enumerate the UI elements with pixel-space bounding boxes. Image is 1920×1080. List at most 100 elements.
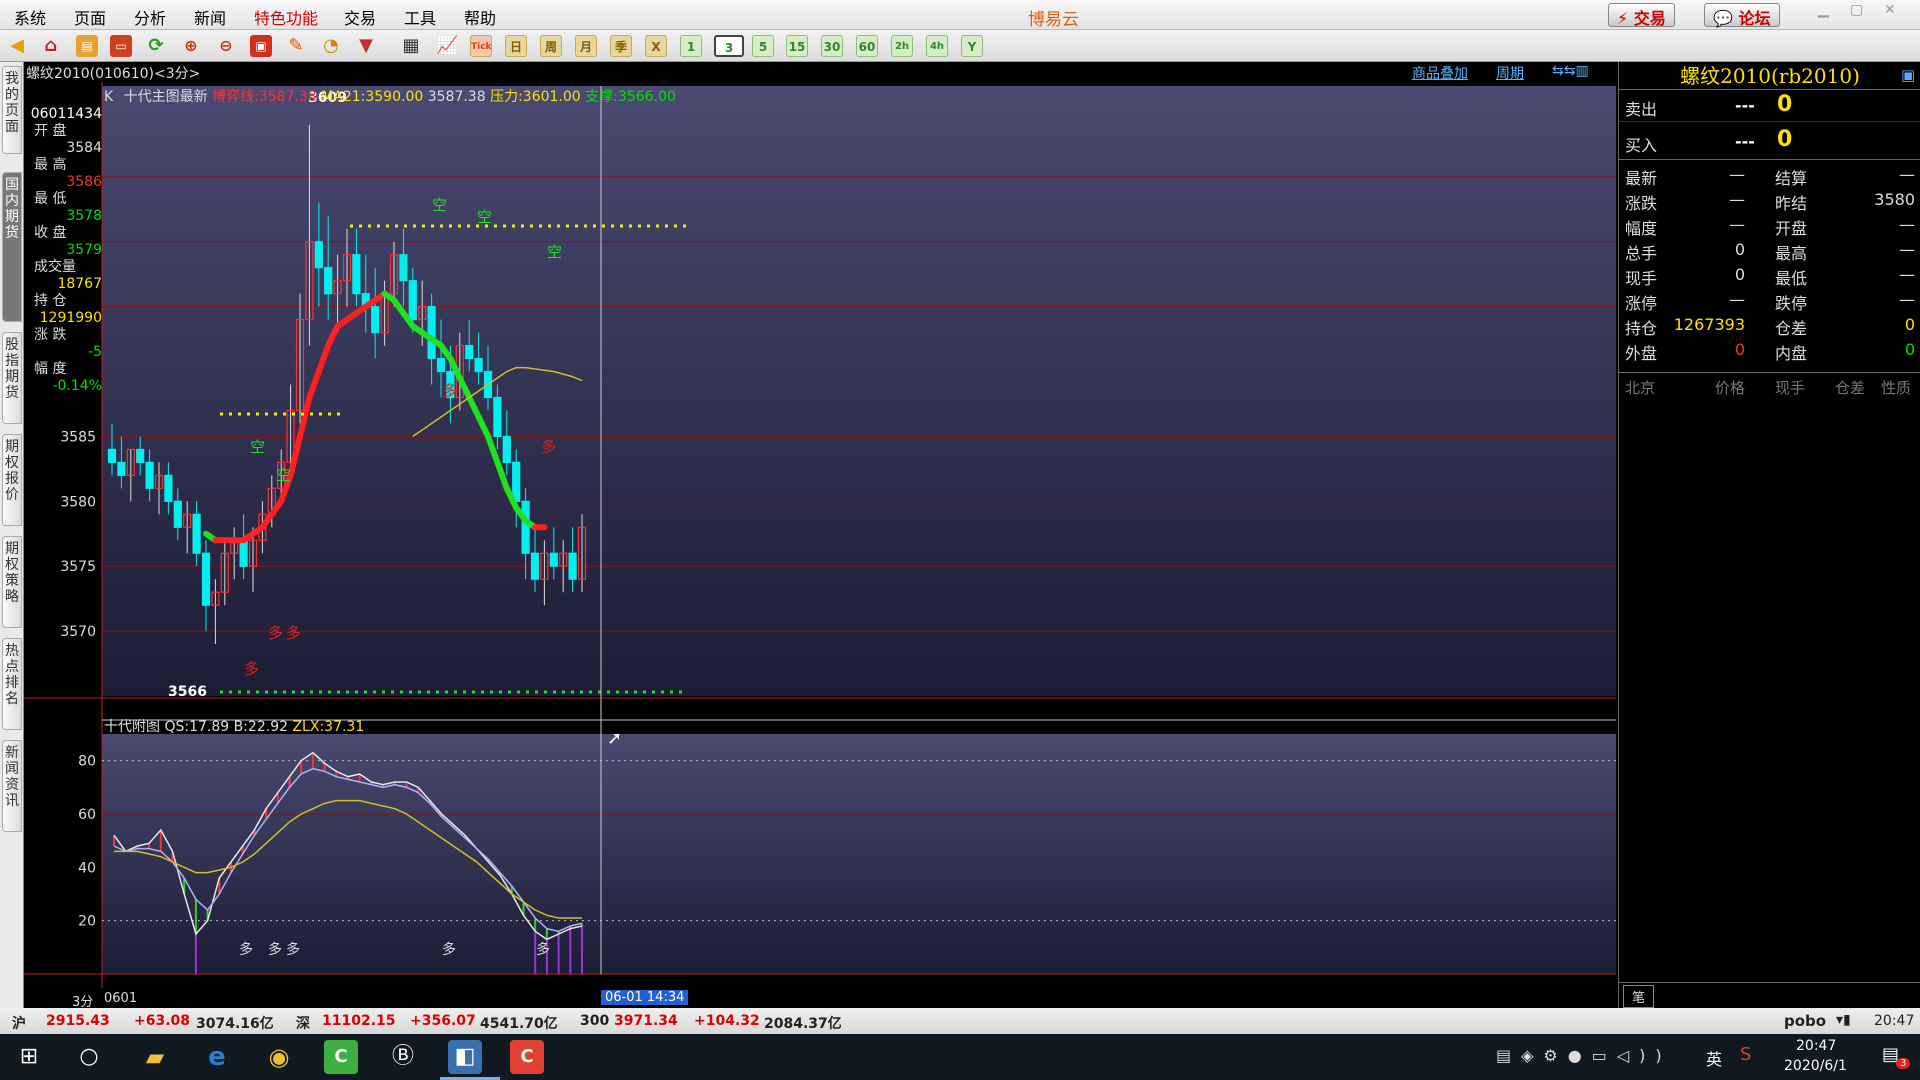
period-month-button[interactable]: 月 [575, 35, 597, 57]
file-explorer-icon[interactable]: ▰ [138, 1040, 172, 1074]
draw-tool-icon[interactable]: ◔ [320, 35, 342, 57]
signal-kong-3: 空 [547, 243, 562, 261]
period-30m-button[interactable]: 30 [821, 35, 843, 57]
back-arrow-icon[interactable]: ◀ [6, 35, 28, 57]
candle-body [512, 461, 521, 502]
menu-help[interactable]: 帮助 [464, 5, 496, 29]
panel-layout-icon[interactable]: ▣ [1901, 66, 1915, 84]
sell-row[interactable]: 卖出 --- 0 [1619, 90, 1920, 122]
refresh-icon[interactable]: ⟳ [145, 35, 167, 57]
table-icon[interactable]: ▦ [400, 35, 422, 57]
search-icon[interactable]: ○ [72, 1040, 106, 1074]
period-year-button[interactable]: Y [961, 35, 983, 57]
quote-row: 涨跌 — 昨结 3580 [1619, 187, 1920, 213]
zoom-in-icon[interactable]: ⊕ [180, 35, 202, 57]
sub-indicator-name[interactable]: 十代附图 [104, 719, 160, 735]
period-4h-button[interactable]: 4h [926, 35, 948, 57]
period-tick-button[interactable]: Tick [470, 35, 492, 57]
app-window-icon[interactable]: ◧ [448, 1040, 482, 1074]
menu-trade[interactable]: 交易 [344, 5, 376, 29]
period-day-button[interactable]: 日 [505, 35, 527, 57]
pencil-icon[interactable]: ✎ [285, 35, 307, 57]
minimize-button[interactable]: ▁ [1818, 2, 1829, 18]
main-indicator-name[interactable]: 十代主图最新 [124, 89, 208, 105]
quote-label: 结算 [1775, 169, 1808, 188]
y-tick-label: 3575 [60, 559, 96, 575]
tab-option-quotes[interactable]: 期权报价 [2, 434, 22, 526]
period-custom-button[interactable]: X [645, 35, 667, 57]
quote-label: 幅度 [1625, 219, 1658, 238]
lightning-icon: ⚡ [1617, 9, 1629, 28]
signal-kong-5: 空 [276, 466, 291, 484]
app-green-icon[interactable]: C [324, 1040, 358, 1074]
maximize-button[interactable]: ▢ [1850, 2, 1863, 18]
quote-row: 现手 0 最低 — [1619, 262, 1920, 288]
sub-y-tick-label: 20 [78, 914, 96, 930]
quote-label: 最新 [1625, 169, 1658, 188]
menu-page[interactable]: 页面 [74, 5, 106, 29]
sogou-icon[interactable]: S [1740, 1044, 1751, 1065]
app-red-icon[interactable]: C [510, 1040, 544, 1074]
filter-icon[interactable]: ▼ [355, 35, 377, 57]
candle-body [192, 513, 201, 554]
tab-hot-ranking[interactable]: 热点排名 [2, 638, 22, 730]
quote-value: — [1729, 290, 1745, 309]
buy-row[interactable]: 买入 --- 0 [1619, 122, 1920, 160]
period-5m-button[interactable]: 5 [752, 35, 774, 57]
ie-browser-icon[interactable]: e [200, 1040, 234, 1074]
app-b-icon[interactable]: Ⓑ [386, 1040, 420, 1074]
chart-area[interactable]: 螺纹2010(010610)<3分> 商品叠加 周期 ⇆⇆▥ 3585 3580 3… [24, 62, 1616, 1010]
tab-index-futures[interactable]: 股指期货 [2, 332, 22, 424]
quote-label: 涨跌 [1625, 194, 1658, 213]
sub-signal-duo-5: 多 [536, 941, 550, 958]
signal-duo-5: 多 [244, 660, 259, 678]
layout-icon[interactable]: ⇆⇆▥ [1552, 63, 1589, 79]
menu-analysis[interactable]: 分析 [134, 5, 166, 29]
quote-panel: 螺纹2010(rb2010) ▣ 卖出 --- 0 买入 --- 0 最新 — 结算… [1618, 62, 1920, 1008]
quote-label: 开盘 [1775, 219, 1808, 238]
screen-icon[interactable]: ▭ [110, 35, 132, 57]
period-link[interactable]: 周期 [1496, 63, 1524, 83]
period-3m-button[interactable]: 3 [714, 35, 744, 57]
overlay-button[interactable]: 商品叠加 [1412, 63, 1468, 83]
quote-label: 最低 [1775, 269, 1808, 288]
menu-features[interactable]: 特色功能 [254, 5, 318, 29]
period-1m-button[interactable]: 1 [680, 35, 702, 57]
signal-kong-1: 空 [432, 196, 447, 214]
chart-line-icon[interactable]: 📈 [436, 35, 458, 57]
period-15m-button[interactable]: 15 [786, 35, 808, 57]
tab-news[interactable]: 新闻资讯 [2, 740, 22, 832]
tab-domestic-futures[interactable]: 国内期货 [2, 172, 22, 322]
windows-start-icon[interactable]: ⊞ [12, 1040, 46, 1074]
period-60m-button[interactable]: 60 [856, 35, 878, 57]
period-2h-button[interactable]: 2h [891, 35, 913, 57]
y-tick-label: 3585 [60, 429, 96, 445]
period-quarter-button[interactable]: 季 [610, 35, 632, 57]
menu-news[interactable]: 新闻 [194, 5, 226, 29]
zoom-out-icon[interactable]: ⊖ [215, 35, 237, 57]
quote-label: 最高 [1775, 244, 1808, 263]
quote-label: 外盘 [1625, 344, 1658, 363]
quote-value: — [1729, 190, 1745, 209]
taskbar-date: 2020/6/1 [1784, 1058, 1847, 1074]
forum-button[interactable]: 💬 论坛 [1704, 3, 1780, 28]
menu-system[interactable]: 系统 [14, 5, 46, 29]
sub-plot-bg [102, 734, 1616, 974]
ime-lang[interactable]: 英 [1706, 1046, 1722, 1070]
home-icon[interactable]: ⌂ [40, 35, 62, 57]
tab-option-strategy[interactable]: 期权策略 [2, 536, 22, 628]
quote-row: 幅度 — 开盘 — [1619, 212, 1920, 238]
axis-date-label: 0601 [104, 991, 138, 1006]
news-icon[interactable]: ▤ [76, 35, 98, 57]
menu-tools[interactable]: 工具 [404, 5, 436, 29]
period-week-button[interactable]: 周 [540, 35, 562, 57]
tab-my-page[interactable]: 我的页面 [2, 66, 22, 154]
close-window-button[interactable]: ✕ [1884, 2, 1896, 18]
tray-icons[interactable]: ▤◈⚙●▭◁)) [1496, 1046, 1672, 1065]
mouse-cursor-icon: ➚ [607, 728, 623, 749]
window-icon[interactable]: ▣ [250, 35, 272, 57]
chrome-icon[interactable]: ◉ [262, 1040, 296, 1074]
tab-ticks[interactable]: 笔 [1623, 985, 1655, 1008]
trade-button[interactable]: ⚡ 交易 [1608, 3, 1675, 28]
candle-body [427, 306, 436, 360]
